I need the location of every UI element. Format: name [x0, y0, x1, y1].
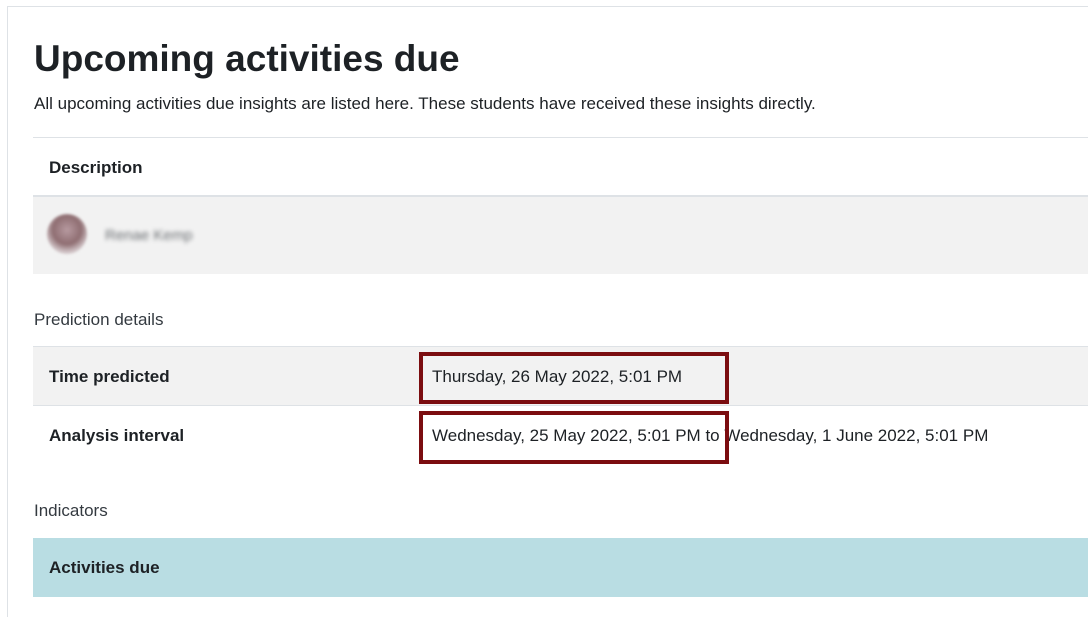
description-column-header: Description: [49, 158, 143, 177]
time-predicted-row: Time predicted Thursday, 26 May 2022, 5:…: [33, 346, 1088, 406]
table-header: Description: [33, 137, 1088, 197]
student-name-link[interactable]: Renae Kemp: [105, 226, 193, 246]
analysis-interval-end: Wednesday, 1 June 2022, 5:01 PM: [724, 426, 989, 445]
indicator-row: Activities due: [33, 538, 1088, 597]
analysis-interval-start: Wednesday, 25 May 2022, 5:01 PM: [432, 426, 701, 445]
analysis-interval-label: Analysis interval: [49, 426, 185, 445]
user-avatar-icon[interactable]: [47, 214, 87, 254]
time-predicted-value: Thursday, 26 May 2022, 5:01 PM: [432, 367, 683, 386]
time-predicted-label: Time predicted: [49, 367, 170, 386]
indicators-heading: Indicators: [34, 501, 108, 520]
analysis-interval-row: Analysis interval Wednesday, 25 May 2022…: [33, 406, 1088, 466]
page-title: Upcoming activities due: [34, 38, 460, 79]
student-row: Renae Kemp: [33, 197, 1088, 274]
page-subtitle: All upcoming activities due insights are…: [34, 94, 816, 113]
indicator-label: Activities due: [49, 558, 160, 577]
prediction-details-heading: Prediction details: [34, 310, 164, 329]
analysis-interval-connector: to: [705, 426, 720, 445]
analysis-interval-value: Wednesday, 25 May 2022, 5:01 PM to Wedne…: [432, 425, 988, 447]
